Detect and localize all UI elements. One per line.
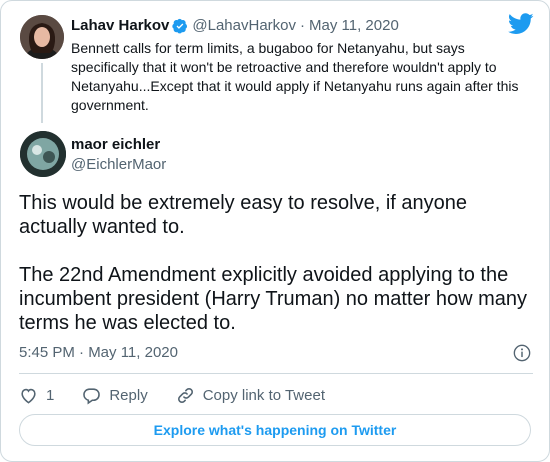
reply-button[interactable]: Reply [82,386,148,405]
parent-tweet-date[interactable]: May 11, 2020 [309,17,399,34]
header-separator: · [300,17,305,34]
tweet-timestamp[interactable]: 5:45 PM · May 11, 2020 [19,344,178,361]
parent-author-name[interactable]: Lahav Harkov [71,17,169,34]
copy-link-button[interactable]: Copy link to Tweet [176,386,325,405]
reply-label: Reply [109,386,148,404]
explore-twitter-button[interactable]: Explore what's happening on Twitter [19,414,531,446]
reply-paragraph-1: This would be extremely easy to resolve,… [19,192,467,238]
parent-tweet-header: Lahav Harkov @LahavHarkov · May 11, 2020 [71,17,399,34]
like-count: 1 [46,386,55,404]
copy-link-label: Copy link to Tweet [202,386,325,404]
twitter-bird-icon[interactable] [508,13,534,35]
reply-author-handle[interactable]: @EichlerMaor [71,156,166,173]
reply-bubble-icon [83,387,101,405]
heart-icon [21,388,36,404]
reply-tweet-text: This would be extremely easy to resolve,… [19,191,534,335]
parent-author-avatar[interactable] [20,15,64,59]
thread-connector-line [41,63,43,123]
like-button[interactable]: 1 [19,386,54,405]
tweet-embed-card: Lahav Harkov @LahavHarkov · May 11, 2020… [0,0,550,462]
reply-author-avatar[interactable] [20,131,66,177]
tweet-actions-bar: 1 Reply Copy link to Tweet [19,384,353,406]
parent-author-handle[interactable]: @LahavHarkov [192,17,296,34]
link-icon [177,387,193,403]
info-icon[interactable] [513,344,531,362]
reply-author-name[interactable]: maor eichler [71,136,160,153]
verified-badge-icon [172,18,188,33]
actions-divider [19,373,533,374]
reply-paragraph-2: The 22nd Amendment explicitly avoided ap… [19,264,527,334]
parent-tweet-text: Bennett calls for term limits, a bugaboo… [71,40,519,113]
